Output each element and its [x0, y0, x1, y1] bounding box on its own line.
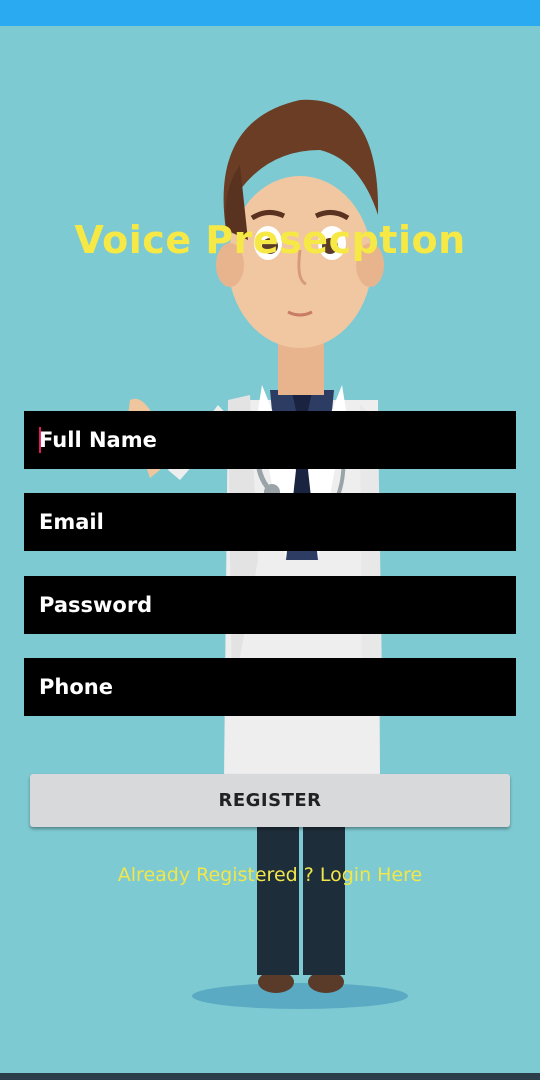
app-title: Voice Presecption — [74, 218, 466, 262]
password-field[interactable]: Password — [24, 576, 516, 634]
doctor-illustration — [128, 99, 408, 1009]
full-name-field[interactable]: Full Name — [24, 411, 516, 469]
register-button[interactable]: REGISTER — [30, 774, 510, 827]
login-link[interactable]: Already Registered ? Login Here — [0, 864, 540, 886]
status-bar — [0, 0, 540, 26]
full-name-placeholder: Full Name — [39, 428, 157, 452]
email-placeholder: Email — [39, 510, 104, 534]
password-placeholder: Password — [39, 593, 153, 617]
navigation-bar-edge — [0, 1073, 540, 1080]
phone-placeholder: Phone — [39, 675, 113, 699]
email-field[interactable]: Email — [24, 493, 516, 551]
phone-field[interactable]: Phone — [24, 658, 516, 716]
